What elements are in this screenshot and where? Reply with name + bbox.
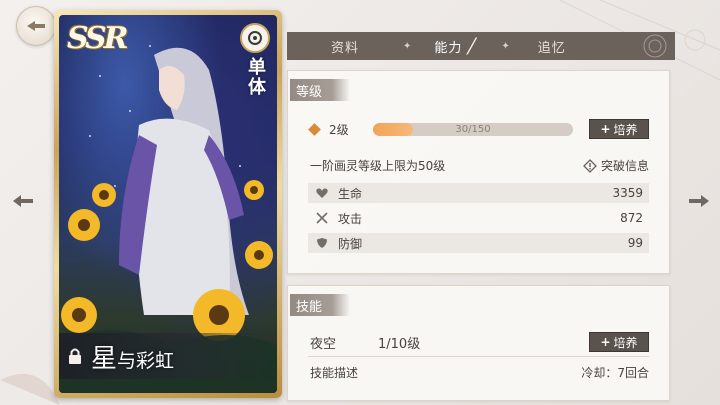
- tab-ability-label: 能力: [434, 40, 463, 56]
- heart-icon: [316, 188, 328, 198]
- card-name: 星 与彩虹: [91, 338, 174, 375]
- level-cap-row: 一阶画灵等级上限为50级 突破信息: [310, 157, 649, 174]
- swords-icon: [316, 212, 328, 224]
- skill-cooldown: 冷却：7回合: [581, 366, 649, 380]
- lock-icon[interactable]: [67, 347, 83, 365]
- skill-description-label[interactable]: 技能描述: [310, 364, 358, 381]
- level-panel-header: 等级: [290, 79, 350, 101]
- train-skill-label: 培养: [613, 335, 638, 350]
- card-name-main: 星: [91, 343, 118, 374]
- exp-text: 30/150: [455, 123, 491, 135]
- rarity-badge: SSR: [67, 21, 129, 56]
- pen-icon: [466, 37, 478, 55]
- stat-row-hp: 生命 3359: [308, 183, 649, 203]
- shield-icon: [317, 238, 327, 248]
- stat-row-attack: 攻击 872: [308, 208, 649, 228]
- target-type-badge: 单体: [237, 23, 273, 97]
- level-cap-text: 一阶画灵等级上限为50级: [310, 159, 446, 173]
- card-name-sub: 与彩虹: [117, 349, 175, 372]
- exp-progress-bar: 30/150: [373, 122, 573, 136]
- stat-value: 3359: [612, 186, 643, 200]
- skill-panel: 技能 夜空 1/10级 + 培养 技能描述 冷却：7回合: [287, 285, 670, 401]
- back-button[interactable]: [16, 6, 56, 46]
- level-value: 2级: [329, 122, 349, 137]
- tab-bar: 资料 ✦ 能力 ✦ 追忆: [287, 32, 675, 60]
- breakthrough-info-button[interactable]: 突破信息: [583, 157, 649, 174]
- stat-label: 攻击: [338, 211, 363, 226]
- diamond-icon: [308, 122, 321, 136]
- tab-info[interactable]: 资料: [287, 32, 403, 60]
- tab-memory[interactable]: 追忆: [510, 32, 594, 60]
- skill-row: 夜空 1/10级 + 培养: [310, 332, 649, 352]
- next-card-arrow[interactable]: [686, 190, 712, 212]
- character-card[interactable]: SSR 单体 星 与彩虹: [54, 10, 282, 398]
- skill-panel-header: 技能: [290, 294, 350, 316]
- previous-card-arrow[interactable]: [10, 190, 36, 212]
- train-level-button[interactable]: + 培养: [589, 119, 649, 139]
- back-arrow-icon: [27, 21, 45, 31]
- stat-label: 防御: [338, 236, 363, 251]
- skill-level: 1/10级: [378, 336, 421, 352]
- skill-desc-row: 技能描述 冷却：7回合: [310, 364, 649, 381]
- stat-label: 生命: [338, 186, 363, 201]
- plus-icon: +: [600, 122, 611, 136]
- tab-separator: ✦: [501, 40, 510, 52]
- card-name-bar: 星 与彩虹: [59, 333, 277, 379]
- tab-separator: ✦: [403, 40, 412, 52]
- level-row: 2级 30/150 + 培养: [308, 119, 649, 139]
- skill-divider: [308, 356, 649, 357]
- target-type-label: 单体: [245, 57, 266, 97]
- tab-decoration: [643, 34, 667, 58]
- tab-ability[interactable]: 能力: [411, 32, 501, 60]
- arrow-left-icon: [13, 195, 33, 207]
- alert-icon: [583, 158, 597, 173]
- arrow-right-icon: [689, 195, 709, 207]
- stat-value: 99: [627, 236, 643, 250]
- card-artwork: SSR 单体 星 与彩虹: [59, 15, 277, 393]
- skill-name: 夜空: [310, 336, 337, 352]
- stat-value: 872: [620, 211, 643, 225]
- level-panel: 等级 2级 30/150 + 培养 一阶画灵等级上限为50级 突破信息 生命 3…: [287, 70, 670, 274]
- train-level-label: 培养: [613, 122, 638, 137]
- breakthrough-info-label: 突破信息: [600, 159, 649, 173]
- target-type-icon: [240, 23, 270, 53]
- plus-icon: +: [600, 335, 611, 349]
- train-skill-button[interactable]: + 培养: [589, 332, 649, 352]
- stat-row-defense: 防御 99: [308, 233, 649, 253]
